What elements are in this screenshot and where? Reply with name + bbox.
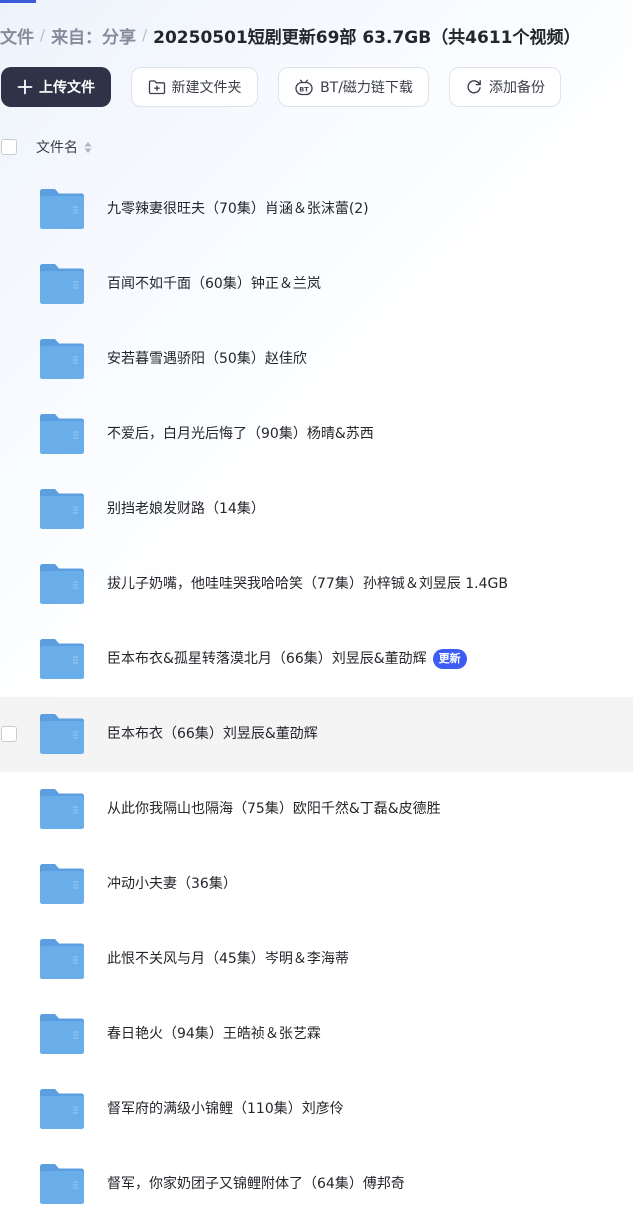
file-name-text: 不爱后，白月光后悔了（90集）杨晴&苏西 (107, 426, 374, 442)
row-checkbox[interactable] (1, 726, 17, 742)
file-name-text: 九零辣妻很旺夫（70集）肖涵＆张沫蕾(2) (107, 201, 369, 217)
file-name[interactable]: 九零辣妻很旺夫（70集）肖涵＆张沫蕾(2) (107, 199, 369, 219)
breadcrumb-files[interactable]: 文件 (0, 23, 34, 48)
folder-icon (40, 489, 84, 529)
file-name[interactable]: 此恨不关风与月（45集）岑明＆李海蒂 (107, 949, 349, 969)
folder-icon (40, 864, 84, 904)
folder-icon (40, 1089, 84, 1129)
file-name-text: 臣本布衣&孤星转落漠北月（66集）刘昱辰&董劭辉 (107, 651, 427, 667)
file-row[interactable]: 从此你我隔山也隔海（75集）欧阳千然&丁磊&皮德胜 (0, 772, 633, 847)
file-row[interactable]: 臣本布衣&孤星转落漠北月（66集）刘昱辰&董劭辉 更新 (0, 622, 633, 697)
file-row[interactable]: 拔儿子奶嘴，他哇哇哭我哈哈笑（77集）孙梓铖＆刘昱辰 1.4GB (0, 547, 633, 622)
file-name-text: 从此你我隔山也隔海（75集）欧阳千然&丁磊&皮德胜 (107, 801, 441, 817)
folder-icon (40, 339, 84, 379)
folder-icon (40, 414, 84, 454)
file-name-text: 督军府的满级小锦鲤（110集）刘彦伶 (107, 1101, 344, 1117)
breadcrumb-current-folder: 20250501短剧更新69部 63.7GB（共4611个视频） (153, 27, 581, 48)
file-name-text: 臣本布衣（66集）刘昱辰&董劭辉 (107, 726, 318, 742)
file-name-text: 春日艳火（94集）王皓祯＆张艺霖 (107, 1026, 321, 1042)
breadcrumb: 文件 / 来自：分享 / 20250501短剧更新69部 63.7GB（共461… (0, 22, 581, 48)
bt-magnet-download-button[interactable]: BT BT/磁力链下载 (278, 67, 429, 107)
file-name[interactable]: 春日艳火（94集）王皓祯＆张艺霖 (107, 1024, 321, 1044)
folder-icon (40, 564, 84, 604)
breadcrumb-shared[interactable]: 来自：分享 (51, 23, 136, 48)
new-folder-button[interactable]: 新建文件夹 (131, 67, 258, 107)
folder-icon (40, 1164, 84, 1204)
folder-icon (40, 264, 84, 304)
top-accent-bar (0, 0, 36, 3)
file-row[interactable]: 春日艳火（94集）王皓祯＆张艺霖 (0, 997, 633, 1072)
file-name[interactable]: 百闻不如千面（60集）钟正＆兰岚 (107, 274, 321, 294)
file-name[interactable]: 臣本布衣&孤星转落漠北月（66集）刘昱辰&董劭辉 更新 (107, 649, 467, 669)
file-name[interactable]: 臣本布衣（66集）刘昱辰&董劭辉 (107, 724, 318, 744)
folder-plus-icon (148, 79, 166, 95)
file-row[interactable]: 百闻不如千面（60集）钟正＆兰岚 (0, 247, 633, 322)
bt-magnet-icon: BT (294, 78, 314, 96)
folder-icon (40, 1014, 84, 1054)
folder-icon (40, 639, 84, 679)
file-name[interactable]: 拔儿子奶嘴，他哇哇哭我哈哈笑（77集）孙梓铖＆刘昱辰 1.4GB (107, 574, 508, 594)
file-list: 九零辣妻很旺夫（70集）肖涵＆张沫蕾(2) 百闻不如千面（60集）钟正＆兰岚 安若暮… (0, 172, 633, 1222)
file-name-text: 安若暮雪遇骄阳（50集）赵佳欣 (107, 351, 307, 367)
file-name[interactable]: 别挡老娘发财路（14集） (107, 499, 265, 519)
file-row[interactable]: 别挡老娘发财路（14集） (0, 472, 633, 547)
file-row[interactable]: 九零辣妻很旺夫（70集）肖涵＆张沫蕾(2) (0, 172, 633, 247)
file-name-text: 冲动小夫妻（36集） (107, 876, 237, 892)
folder-icon (40, 189, 84, 229)
folder-icon (40, 939, 84, 979)
new-folder-label: 新建文件夹 (171, 80, 242, 96)
update-badge: 更新 (432, 649, 467, 669)
file-row[interactable]: 督军府的满级小锦鲤（110集）刘彦伶 (0, 1072, 633, 1147)
folder-icon (40, 714, 84, 754)
bt-magnet-label: BT/磁力链下载 (320, 80, 413, 96)
upload-file-label: 上传文件 (39, 80, 95, 96)
file-list-header: 文件名 (0, 128, 633, 166)
add-backup-label: 添加备份 (489, 80, 545, 96)
sort-by-name-header[interactable]: 文件名 (36, 137, 92, 157)
upload-file-button[interactable]: 上传文件 (1, 67, 111, 107)
file-row[interactable]: 督军，你家奶团子又锦鲤附体了（64集）傅邦奇 (0, 1147, 633, 1222)
file-row[interactable]: 冲动小夫妻（36集） (0, 847, 633, 922)
svg-text:BT: BT (299, 86, 309, 94)
file-name[interactable]: 冲动小夫妻（36集） (107, 874, 237, 894)
file-name-text: 此恨不关风与月（45集）岑明＆李海蒂 (107, 951, 349, 967)
sort-icon (84, 141, 92, 154)
breadcrumb-separator: / (142, 26, 148, 44)
file-name-text: 拔儿子奶嘴，他哇哇哭我哈哈笑（77集）孙梓铖＆刘昱辰 1.4GB (107, 576, 508, 592)
select-all-checkbox[interactable] (1, 139, 17, 155)
file-row[interactable]: 安若暮雪遇骄阳（50集）赵佳欣 (0, 322, 633, 397)
file-name-text: 百闻不如千面（60集）钟正＆兰岚 (107, 276, 321, 292)
sync-icon (465, 78, 483, 96)
folder-icon (40, 789, 84, 829)
file-name[interactable]: 不爱后，白月光后悔了（90集）杨晴&苏西 (107, 424, 374, 444)
file-name[interactable]: 督军府的满级小锦鲤（110集）刘彦伶 (107, 1099, 344, 1119)
file-name[interactable]: 安若暮雪遇骄阳（50集）赵佳欣 (107, 349, 307, 369)
plus-icon (17, 79, 33, 95)
file-name-text: 督军，你家奶团子又锦鲤附体了（64集）傅邦奇 (107, 1176, 405, 1192)
file-row[interactable]: 此恨不关风与月（45集）岑明＆李海蒂 (0, 922, 633, 997)
column-name-label: 文件名 (36, 140, 78, 156)
file-row[interactable]: 臣本布衣（66集）刘昱辰&董劭辉 (0, 697, 633, 772)
file-row[interactable]: 不爱后，白月光后悔了（90集）杨晴&苏西 (0, 397, 633, 472)
breadcrumb-separator: / (40, 26, 46, 44)
file-name[interactable]: 从此你我隔山也隔海（75集）欧阳千然&丁磊&皮德胜 (107, 799, 441, 819)
add-backup-button[interactable]: 添加备份 (449, 67, 561, 107)
file-name[interactable]: 督军，你家奶团子又锦鲤附体了（64集）傅邦奇 (107, 1174, 405, 1194)
file-name-text: 别挡老娘发财路（14集） (107, 501, 265, 517)
